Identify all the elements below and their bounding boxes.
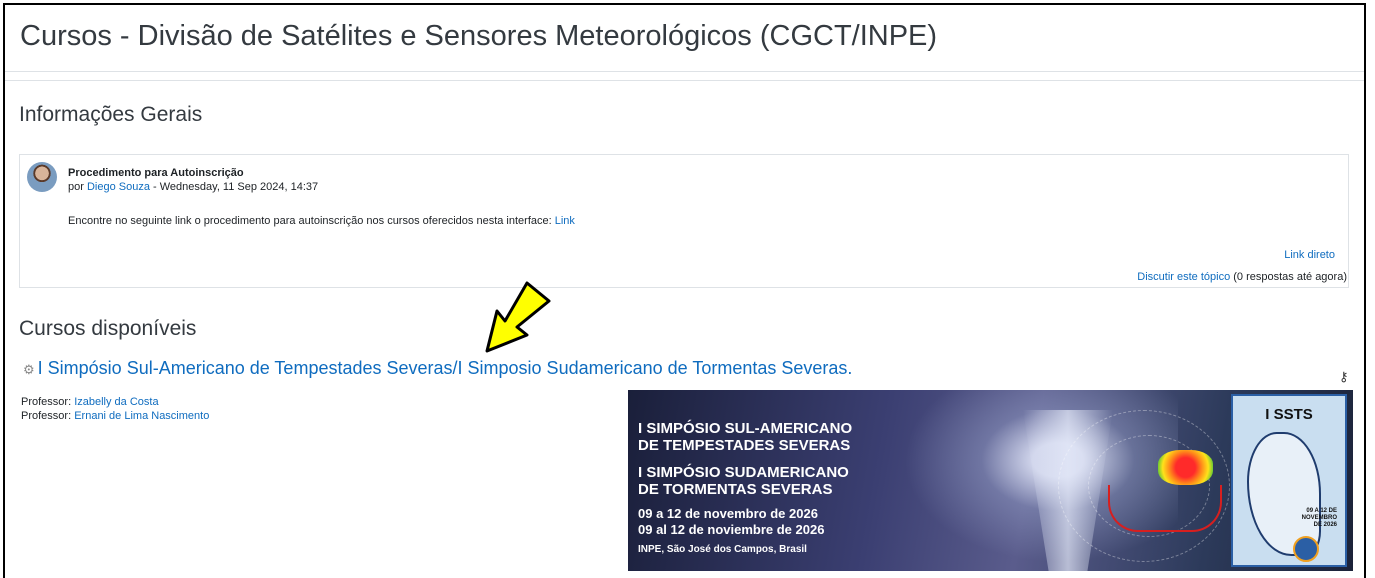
banner-title-es: I SIMPÓSIO SUDAMERICANO DE TORMENTAS SEVE…	[638, 464, 849, 498]
course-item: ⚙ I Simpósio Sul-Americano de Tempestades…	[23, 358, 852, 379]
section-title-courses: Cursos disponíveis	[19, 317, 197, 340]
page-header: Cursos - Divisão de Satélites e Sensores…	[5, 5, 1364, 72]
course-contacts: Professor: Izabelly da Costa Professor: …	[21, 395, 209, 423]
banner-side-panel: I SSTS 09 A 12 DE NOVEMBRO DE 2026	[1231, 394, 1347, 567]
banner-line: DE TORMENTAS SEVERAS	[638, 481, 833, 498]
course-icon: ⚙	[23, 362, 35, 377]
banner-line: DE TEMPESTADES SEVERAS	[638, 437, 851, 454]
post-author-link[interactable]: Diego Souza	[87, 181, 150, 193]
page-frame: Cursos - Divisão de Satélites e Sensores…	[3, 3, 1366, 578]
post-discuss: Discutir este tópico (0 respostas até ag…	[1137, 271, 1347, 283]
post-body: Encontre no seguinte link o procedimento…	[68, 215, 575, 227]
key-icon: ⚷	[1339, 369, 1349, 384]
contact-row: Professor: Ernani de Lima Nascimento	[21, 409, 209, 423]
post-by: por	[68, 181, 84, 193]
contact-link[interactable]: Izabelly da Costa	[74, 396, 158, 408]
contact-link[interactable]: Ernani de Lima Nascimento	[74, 410, 209, 422]
avatar[interactable]	[27, 162, 57, 192]
section-title-info: Informações Gerais	[19, 103, 203, 126]
permalink-link[interactable]: Link direto	[1284, 249, 1335, 261]
inpe-logo	[1293, 536, 1319, 562]
post-body-link[interactable]: Link	[555, 215, 575, 227]
side-date: 09 A 12 DE NOVEMBRO DE 2026	[1302, 508, 1337, 529]
post-subject: Procedimento para Autoinscrição	[68, 167, 244, 179]
forum-post: Procedimento para Autoinscrição por Dieg…	[19, 154, 1349, 288]
banner-line: 09 al 12 de noviembre de 2026	[638, 522, 825, 537]
banner-title-pt: I SIMPÓSIO SUL-AMERICANO DE TEMPESTADES S…	[638, 420, 852, 454]
side-date-line: NOVEMBRO	[1301, 515, 1337, 521]
banner-line: I SIMPÓSIO SUDAMERICANO	[638, 464, 849, 481]
contact-role: Professor:	[21, 410, 72, 422]
course-link[interactable]: I Simpósio Sul-Americano de Tempestades …	[38, 358, 853, 378]
yellow-arrow-annotation	[485, 281, 551, 353]
post-date: - Wednesday, 11 Sep 2024, 14:37	[149, 181, 319, 193]
banner-dates: 09 a 12 de novembro de 2026 09 al 12 de n…	[638, 506, 824, 538]
contact-role: Professor:	[21, 396, 72, 408]
banner-line: I SIMPÓSIO SUL-AMERICANO	[638, 420, 853, 437]
post-meta: por Diego Souza - Wednesday, 11 Sep 2024…	[68, 181, 318, 193]
divider	[5, 80, 1364, 81]
side-date-line: DE 2026	[1313, 522, 1337, 528]
replies-count: (0 respostas até agora)	[1230, 271, 1347, 283]
page-title: Cursos - Divisão de Satélites e Sensores…	[20, 20, 938, 52]
banner-line: 09 a 12 de novembro de 2026	[638, 506, 818, 521]
discuss-topic-link[interactable]: Discutir este tópico	[1137, 271, 1230, 283]
side-date-line: 09 A 12 DE	[1306, 508, 1337, 514]
contact-row: Professor: Izabelly da Costa	[21, 395, 209, 409]
side-title: I SSTS	[1265, 406, 1313, 423]
radar-echo	[1158, 450, 1213, 485]
storm-track	[1108, 485, 1222, 532]
post-body-text: Encontre no seguinte link o procedimento…	[68, 215, 555, 227]
banner-location: INPE, São José dos Campos, Brasil	[638, 544, 807, 555]
course-banner-image[interactable]: I SIMPÓSIO SUL-AMERICANO DE TEMPESTADES S…	[628, 390, 1353, 571]
